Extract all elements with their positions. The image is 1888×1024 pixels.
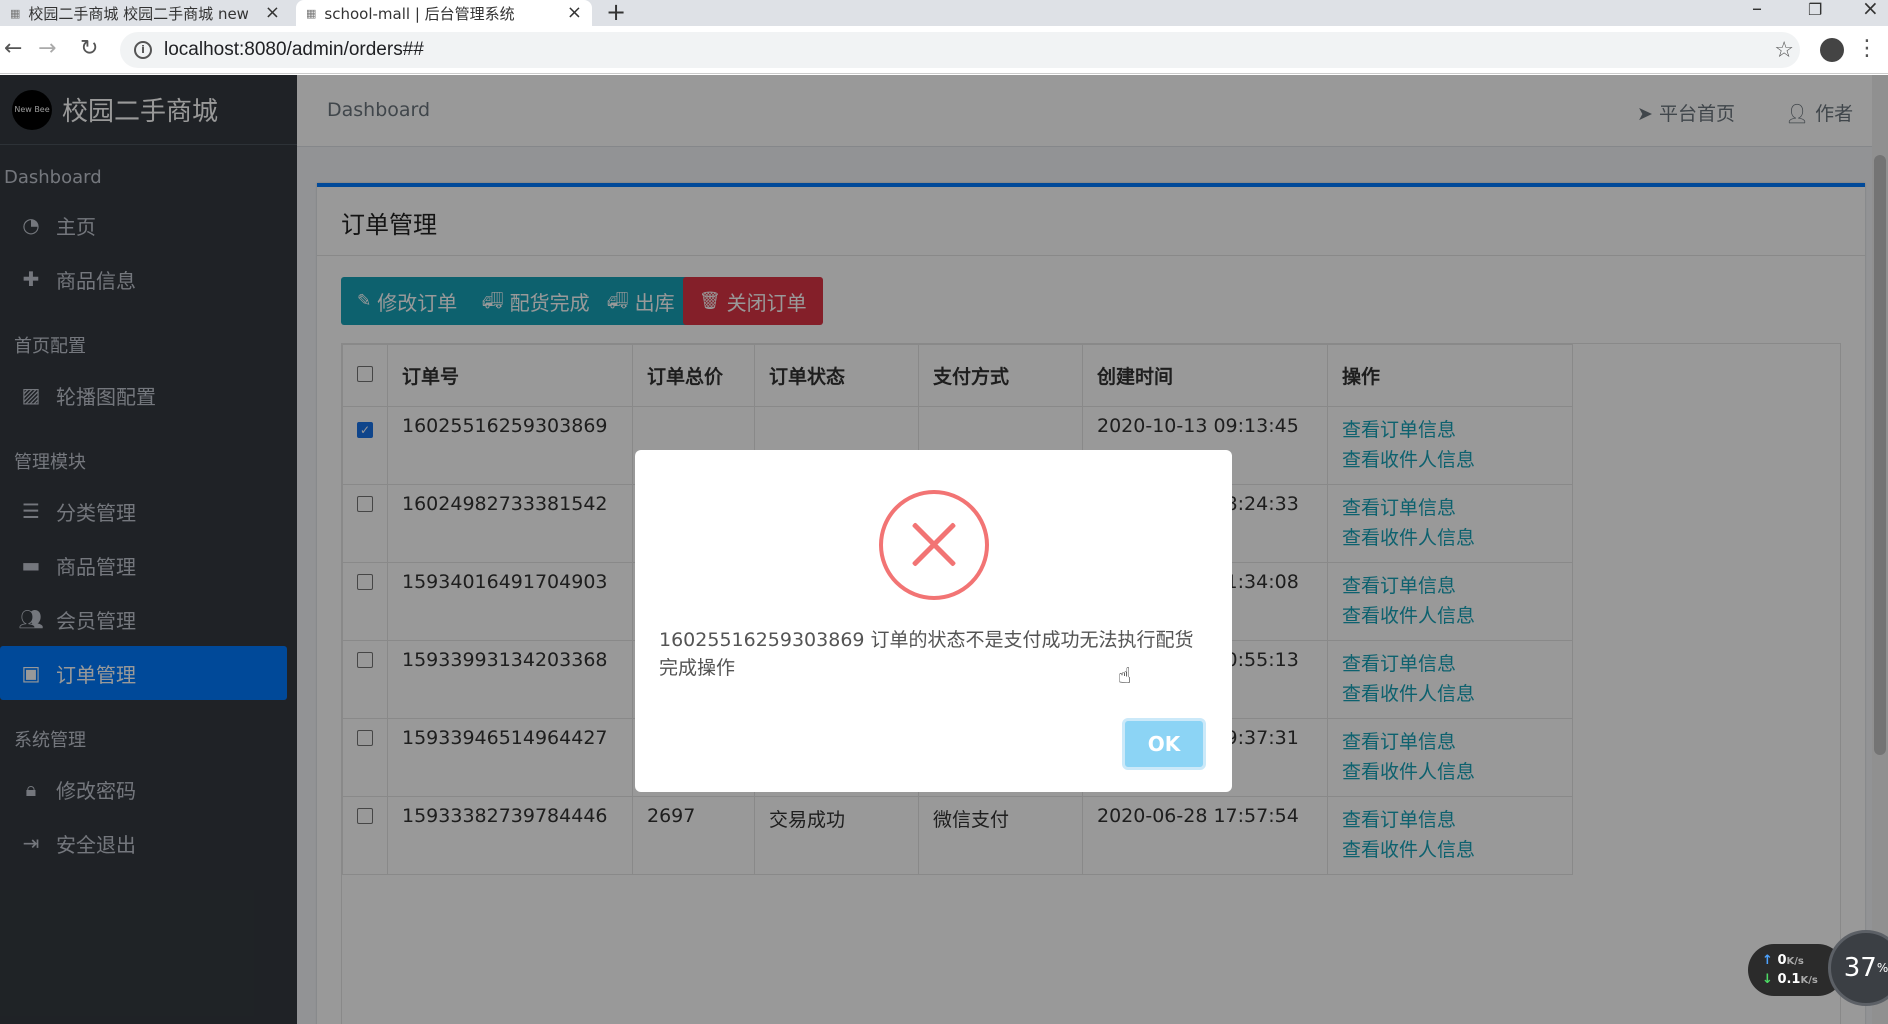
ok-button[interactable]: OK xyxy=(1122,718,1206,770)
error-x-icon xyxy=(879,490,989,600)
browser-tab-active[interactable]: ▦ school-mall | 后台管理系统 × xyxy=(296,0,592,26)
new-tab-icon[interactable]: + xyxy=(606,0,626,26)
address-bar: ← → ↻ i localhost:8080/admin/orders## ☆ … xyxy=(0,26,1888,74)
favicon-icon: ▦ xyxy=(306,6,317,20)
browser-tab-bar: ▦ 校园二手商城 校园二手商城 new × ▦ school-mall | 后台… xyxy=(0,0,1888,26)
browser-tab[interactable]: ▦ 校园二手商城 校园二手商城 new × xyxy=(0,0,290,26)
menu-dots-icon[interactable]: ⋮ xyxy=(1856,36,1878,61)
network-speed-widget[interactable]: ↑ 0K/s ↓ 0.1K/s 37% xyxy=(1748,930,1888,1010)
minimize-icon[interactable]: – xyxy=(1752,0,1762,20)
hand-cursor-icon: ☝ xyxy=(1118,664,1132,689)
close-icon[interactable]: × xyxy=(567,2,582,23)
back-icon[interactable]: ← xyxy=(4,36,22,61)
url-text: localhost:8080/admin/orders## xyxy=(164,39,424,60)
tab-title: 校园二手商城 校园二手商城 new xyxy=(28,4,249,23)
error-dialog: 16025516259303869 订单的状态不是支付成功无法执行配货完成操作 … xyxy=(635,450,1232,792)
favicon-icon: ▦ xyxy=(10,6,21,20)
usage-gauge: 37% xyxy=(1828,930,1888,1006)
url-bar[interactable]: i localhost:8080/admin/orders## xyxy=(120,32,1800,68)
close-icon[interactable]: × xyxy=(265,2,280,23)
bookmark-star-icon[interactable]: ☆ xyxy=(1774,38,1794,63)
profile-icon[interactable] xyxy=(1820,38,1844,62)
forward-icon[interactable]: → xyxy=(38,36,56,61)
modal-backdrop: 16025516259303869 订单的状态不是支付成功无法执行配货完成操作 … xyxy=(0,75,1888,1024)
reload-icon[interactable]: ↻ xyxy=(80,36,98,61)
maximize-icon[interactable]: ❐ xyxy=(1808,0,1822,19)
info-icon[interactable]: i xyxy=(134,41,152,59)
window-close-icon[interactable]: × xyxy=(1862,0,1879,20)
tab-title: school-mall | 后台管理系统 xyxy=(324,4,515,23)
